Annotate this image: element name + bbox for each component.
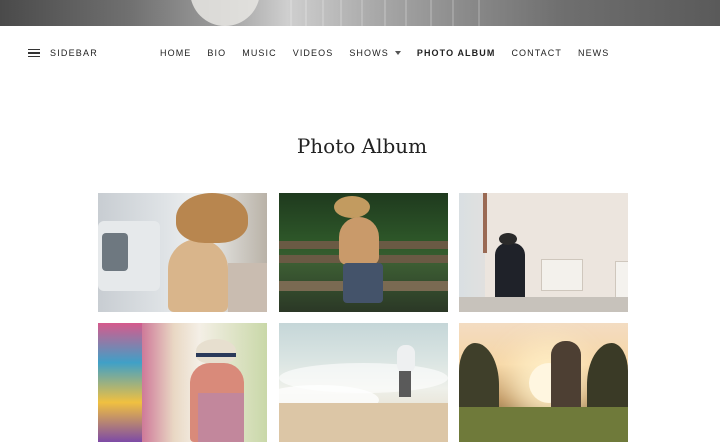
photo-thumbnail-4[interactable] xyxy=(98,323,267,442)
nav-item-music[interactable]: MUSIC xyxy=(242,48,277,58)
sidebar-toggle-button[interactable]: SIDEBAR xyxy=(28,45,98,61)
photo-thumbnail-3[interactable] xyxy=(459,193,628,312)
nav-item-shows[interactable]: SHOWS xyxy=(349,48,401,58)
hero-image-strip xyxy=(0,0,720,26)
main-nav-menu: HOME BIO MUSIC VIDEOS SHOWS PHOTO ALBUM … xyxy=(160,45,625,61)
caret-down-icon xyxy=(394,51,401,55)
sidebar-label: SIDEBAR xyxy=(50,48,98,58)
page-title: Photo Album xyxy=(296,134,428,158)
nav-item-bio[interactable]: BIO xyxy=(207,48,226,58)
nav-item-home[interactable]: HOME xyxy=(160,48,191,58)
nav-item-videos[interactable]: VIDEOS xyxy=(293,48,334,58)
nav-item-news[interactable]: NEWS xyxy=(578,48,609,58)
nav-item-photo-album[interactable]: PHOTO ALBUM xyxy=(417,48,496,58)
hero-face xyxy=(190,0,260,26)
photo-thumbnail-6[interactable] xyxy=(459,323,628,442)
hamburger-icon xyxy=(28,48,40,58)
nav-item-contact[interactable]: CONTACT xyxy=(511,48,562,58)
photo-thumbnail-5[interactable] xyxy=(279,323,448,442)
photo-thumbnail-1[interactable] xyxy=(98,193,267,312)
top-navigation-bar: SIDEBAR HOME BIO MUSIC VIDEOS SHOWS PHOT… xyxy=(0,26,720,82)
photo-thumbnail-2[interactable] xyxy=(279,193,448,312)
